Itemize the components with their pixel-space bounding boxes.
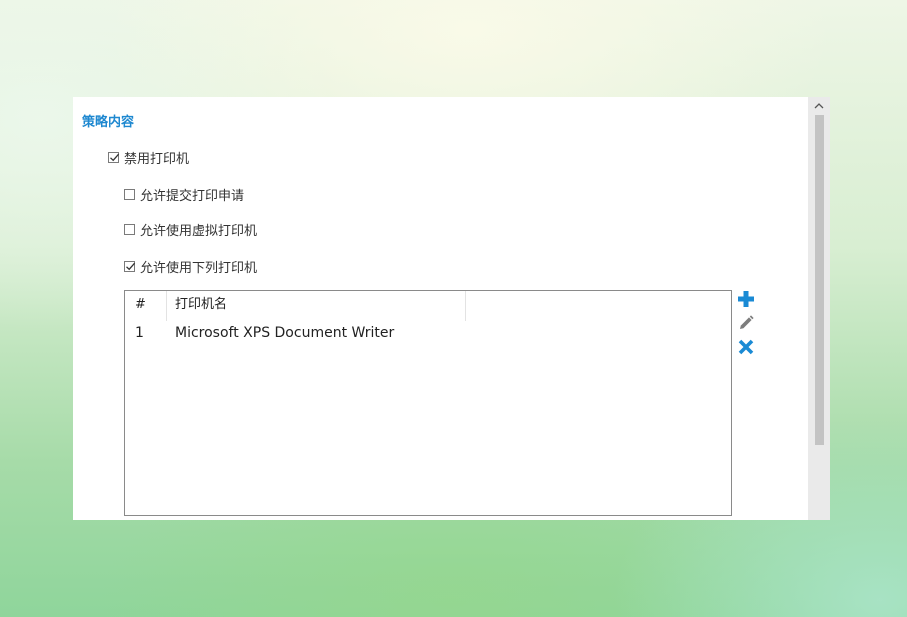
chevron-up-icon: [814, 102, 824, 108]
disable-printer-checkbox[interactable]: [108, 151, 120, 163]
table-row[interactable]: 1 Microsoft XPS Document Writer: [125, 325, 731, 345]
allow-submit-request-option[interactable]: 允许提交打印申请: [124, 185, 245, 204]
section-title: 策略内容: [82, 115, 135, 130]
checkmark-icon: [110, 153, 120, 161]
allow-submit-request-checkbox[interactable]: [124, 188, 135, 200]
column-header-printer-name[interactable]: 打印机名: [175, 291, 227, 321]
disable-printer-label: 禁用打印机: [124, 151, 190, 167]
checkmark-icon: [126, 262, 136, 270]
allow-listed-printers-option[interactable]: 允许使用下列打印机: [124, 257, 258, 276]
disable-printer-option[interactable]: 禁用打印机: [108, 148, 190, 167]
allow-listed-printers-checkbox[interactable]: [124, 260, 136, 272]
pencil-icon[interactable]: [737, 314, 755, 332]
scroll-thumb[interactable]: [815, 115, 824, 445]
row-index: 1: [135, 325, 144, 341]
vertical-scrollbar[interactable]: [808, 97, 830, 520]
policy-content-panel: 策略内容 禁用打印机 允许提交打印申请 允许使用虚拟打印机 允许使用下列打印机 …: [73, 97, 830, 520]
allow-virtual-printer-checkbox[interactable]: [124, 223, 135, 235]
printer-list[interactable]: # 打印机名 1 Microsoft XPS Document Writer: [124, 290, 732, 516]
list-header: # 打印机名: [125, 291, 731, 321]
column-header-index[interactable]: #: [135, 291, 146, 321]
column-divider[interactable]: [166, 291, 167, 321]
allow-listed-printers-label: 允许使用下列打印机: [140, 260, 258, 276]
allow-virtual-printer-label: 允许使用虚拟打印机: [140, 223, 258, 239]
scroll-up-button[interactable]: [808, 97, 830, 113]
allow-virtual-printer-option[interactable]: 允许使用虚拟打印机: [124, 220, 258, 239]
plus-icon[interactable]: [737, 290, 755, 308]
column-divider[interactable]: [465, 291, 466, 321]
close-icon[interactable]: [737, 338, 755, 356]
row-printer-name: Microsoft XPS Document Writer: [175, 325, 395, 341]
allow-submit-request-label: 允许提交打印申请: [140, 188, 245, 204]
